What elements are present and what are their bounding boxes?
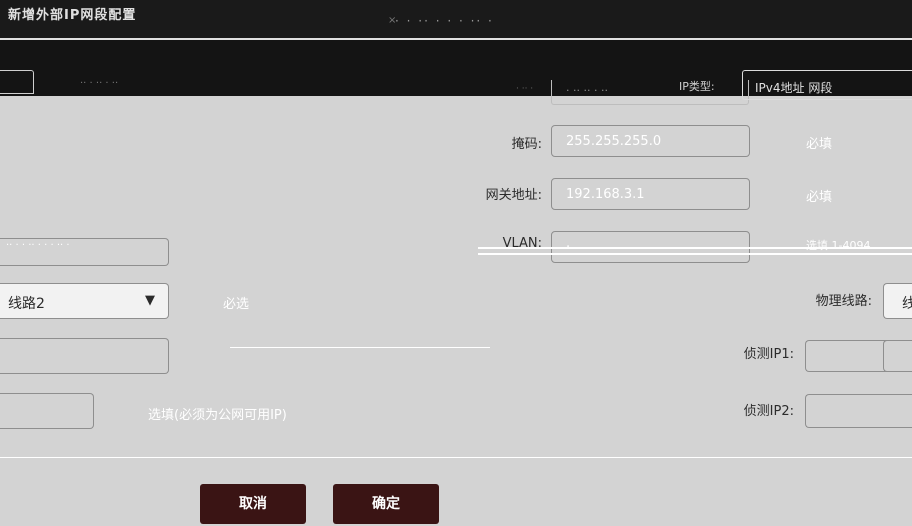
phys-line-select[interactable]: 线 [883,283,912,319]
gateway-input[interactable]: 192.168.3.1 [551,178,750,210]
mask-note: 必填 [806,137,833,152]
ip-type-select[interactable]: IPv4地址 网段 [742,70,912,100]
left-row1-hint: ·· · · ·· · · · ·· · [6,240,70,251]
vlan-divider-line-2 [478,253,912,255]
line-select-value: 线路2 [8,296,45,312]
left-input-edge[interactable] [0,70,34,94]
detect1-line [230,347,490,348]
ip-address-input[interactable]: · ·· ·· · ·· [551,80,749,105]
top-hint: ·· · ·· · ·· [80,78,119,89]
footer-divider [0,457,912,458]
left-row2-input[interactable] [0,338,169,374]
detect-ip2-label: 侦测IP2: [743,404,794,419]
line-select[interactable]: 线路2 ▼ [0,283,169,319]
gateway-label: 网关地址: [485,188,542,203]
detect-ip2-input[interactable] [805,394,912,428]
dialog-title: 新增外部IP网段配置 [8,8,137,23]
dropdown-arrow-icon: ▼ [145,293,155,308]
detect-ip1-right-edge[interactable] [883,340,912,372]
detect-ip1-label: 侦测IP1: [743,347,794,362]
dialog-title-bar: 新增外部IP网段配置 × · · ·· · · · ·· · [0,0,912,40]
vlan-note: 选填 1-4094 [806,239,871,252]
mask-label: 掩码: [511,137,542,152]
cancel-button[interactable]: 取消 [200,484,306,524]
top-form-band: ·· · ·· · ·· · ·· · · ·· ·· · ·· IP类型: I… [0,40,912,105]
center-title: · · ·· · · · ·· · [395,14,494,28]
line-note: 必选 [223,297,250,312]
mask-input[interactable]: 255.255.255.0 [551,125,750,157]
detect-note: 选填(必须为公网可用IP) [148,408,287,423]
ip-label: · ·· · [516,84,534,94]
ok-button[interactable]: 确定 [333,484,439,524]
left-row3-input[interactable] [0,393,94,429]
gateway-note: 必填 [806,190,833,205]
ip-type-label: IP类型: [679,80,715,93]
phys-label: 物理线路: [815,294,872,309]
